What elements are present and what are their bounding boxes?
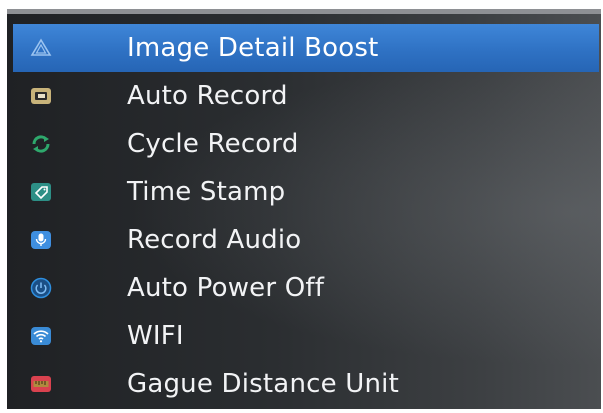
menu-item-auto-power-off[interactable]: Auto Power Off [7, 264, 601, 312]
microphone-icon [30, 229, 52, 251]
menu-item-gague-distance-unit[interactable]: Gague Distance Unit [7, 360, 601, 408]
ruler-icon [30, 373, 52, 395]
cycle-arrows-icon [30, 133, 52, 155]
power-icon [30, 277, 52, 299]
settings-menu: Image Detail Boost Auto Record Cycle Rec… [7, 24, 601, 408]
device-screen: Image Detail Boost Auto Record Cycle Rec… [7, 9, 601, 409]
card-icon [30, 85, 52, 107]
tag-icon [30, 181, 52, 203]
menu-item-time-stamp[interactable]: Time Stamp [7, 168, 601, 216]
menu-item-label: WIFI [127, 321, 184, 351]
menu-item-label: Auto Record [127, 81, 288, 111]
menu-item-label: Gague Distance Unit [127, 369, 400, 399]
menu-item-label: Image Detail Boost [127, 33, 379, 63]
menu-item-wifi[interactable]: WIFI [7, 312, 601, 360]
menu-item-record-audio[interactable]: Record Audio [7, 216, 601, 264]
menu-item-label: Time Stamp [127, 177, 286, 207]
menu-item-label: Record Audio [127, 225, 302, 255]
menu-item-image-detail-boost[interactable]: Image Detail Boost [13, 24, 599, 72]
menu-item-auto-record[interactable]: Auto Record [7, 72, 601, 120]
menu-item-label: Auto Power Off [127, 273, 325, 303]
menu-item-cycle-record[interactable]: Cycle Record [7, 120, 601, 168]
wifi-icon [30, 325, 52, 347]
triangle-outline-icon [30, 37, 52, 59]
menu-item-label: Cycle Record [127, 129, 299, 159]
